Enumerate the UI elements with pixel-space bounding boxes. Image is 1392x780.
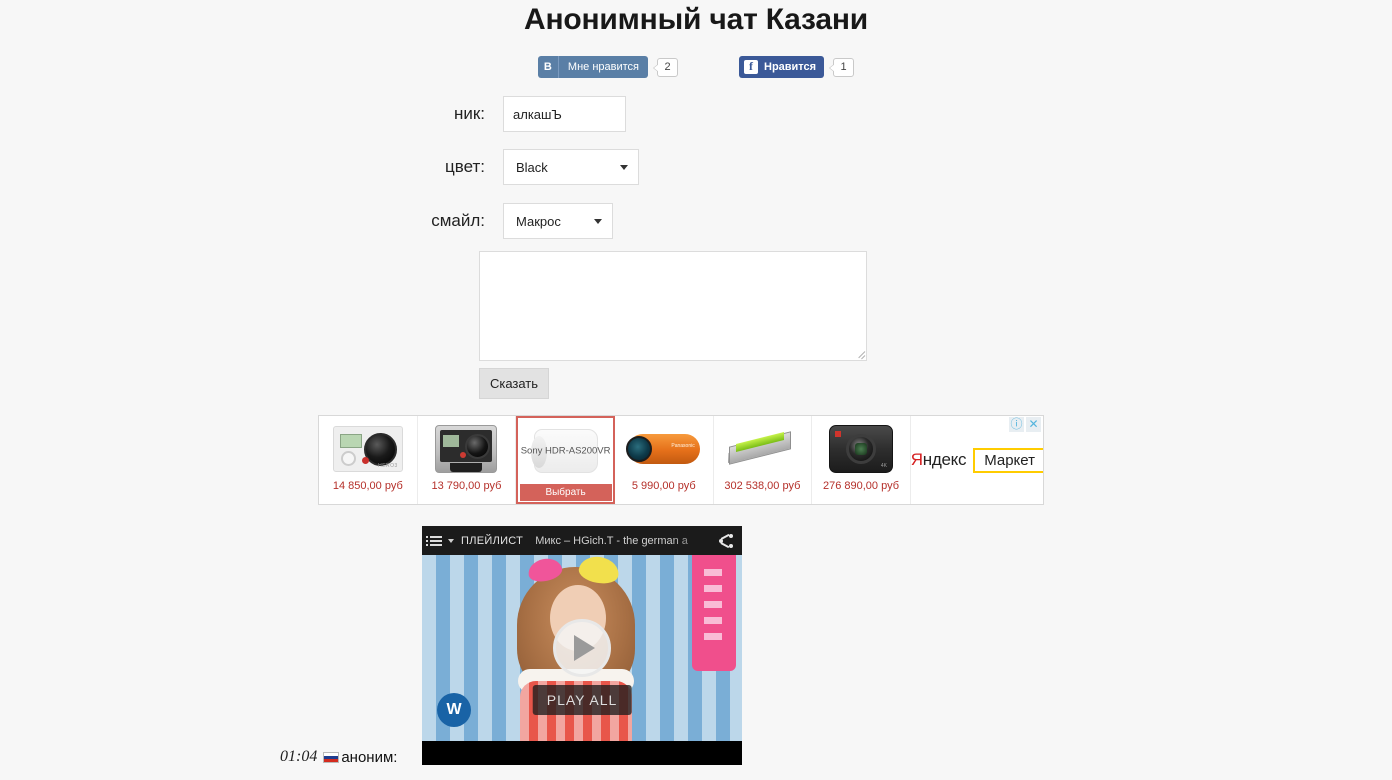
ad-product-price: 13 790,00 руб <box>431 480 502 492</box>
chevron-down-icon[interactable] <box>448 538 454 543</box>
market-wordmark: Маркет <box>973 447 1043 473</box>
ad-product-cell[interactable]: Panasonic 5 990,00 руб <box>615 416 714 504</box>
chat-nickname: аноним: <box>341 748 398 766</box>
warner-music-logo: W <box>437 693 471 727</box>
smile-select-value: Макрос <box>516 213 561 229</box>
yandex-wordmark: Яндекс <box>910 450 967 470</box>
yandex-ya-letter: Я <box>910 450 923 469</box>
player-header: ПЛЕЙЛИСТ Микс – HGich.T - the german a <box>422 526 742 555</box>
page-root: Анонимный чат Казани В Мне нравится 2 f … <box>0 0 1392 780</box>
yandex-ndex-letters: ндекс <box>922 450 967 469</box>
nick-label: ник: <box>453 104 485 123</box>
sony-action-camera-icon: Sony HDR-AS200VR <box>521 424 610 478</box>
vk-icon: В <box>538 56 559 78</box>
chevron-down-icon <box>594 219 602 224</box>
ad-close-icon[interactable]: ✕ <box>1026 417 1041 432</box>
gopro-hero3-camera-icon: HERO3 <box>332 422 404 476</box>
player-footer <box>422 741 742 765</box>
chevron-down-icon <box>620 165 628 170</box>
smile-row: смайл: Макрос <box>375 203 613 239</box>
ad-product-cell[interactable]: 13 790,00 руб <box>418 416 517 504</box>
ad-controls: ⓘ ✕ <box>1009 417 1041 432</box>
vk-like-label: Мне нравится <box>567 61 639 73</box>
vk-like-button[interactable]: В Мне нравится <box>537 56 648 78</box>
ad-product-cell[interactable]: HERO3 14 850,00 руб <box>319 416 418 504</box>
color-select[interactable]: Black <box>503 149 639 185</box>
ad-product-price: 276 890,00 руб <box>822 480 899 492</box>
play-all-button[interactable]: PLAY ALL <box>532 685 632 715</box>
facebook-like-count[interactable]: 1 <box>829 57 855 77</box>
graphics-card-icon <box>726 422 798 476</box>
youtube-player[interactable]: ПЛЕЙЛИСТ Микс – HGich.T - the german a W… <box>422 526 742 765</box>
social-buttons-row: В Мне нравится 2 f Нравится 1 <box>0 56 1392 78</box>
color-label: цвет: <box>445 157 485 176</box>
nick-input[interactable] <box>503 96 626 132</box>
sony-product-label: Sony HDR-AS200VR <box>520 445 611 457</box>
share-icon[interactable] <box>718 533 734 548</box>
smile-select[interactable]: Макрос <box>503 203 613 239</box>
facebook-like-label: Нравится <box>764 61 817 73</box>
vk-like-unit: В Мне нравится 2 <box>537 56 678 78</box>
facebook-icon: f <box>744 60 758 74</box>
video-thumbnail[interactable]: W PLAY ALL <box>422 555 742 741</box>
ad-product-cell[interactable]: 4K 276 890,00 руб <box>812 416 911 504</box>
ad-product-price: 302 538,00 руб <box>724 480 801 492</box>
color-select-value: Black <box>516 159 548 175</box>
gopro-hero4-camera-icon <box>430 422 502 476</box>
panasonic-orange-camera-icon: Panasonic <box>625 422 700 476</box>
nick-row: ник: <box>375 96 626 132</box>
playlist-icon <box>426 535 442 546</box>
page-title: Анонимный чат Казани <box>523 3 868 36</box>
message-textarea[interactable] <box>479 251 867 361</box>
yandex-market-ad-banner[interactable]: ⓘ ✕ HERO3 14 850,00 руб 13 790,00 руб So… <box>318 415 1044 505</box>
russia-flag-icon <box>323 751 340 763</box>
playlist-label: ПЛЕЙЛИСТ <box>461 534 524 547</box>
ad-product-cell[interactable]: 302 538,00 руб <box>714 416 813 504</box>
ad-product-price: 5 990,00 руб <box>631 480 696 492</box>
smile-label: смайл: <box>431 211 485 230</box>
thumbnail-decor-panel <box>692 555 736 671</box>
ad-product-price: 14 850,00 руб <box>332 480 403 492</box>
ad-pick-button[interactable]: Выбрать <box>519 484 612 501</box>
vk-like-count[interactable]: 2 <box>653 57 678 77</box>
chat-message-row: 01:04 аноним: <box>280 748 397 766</box>
chat-timestamp: 01:04 <box>280 748 318 765</box>
say-button[interactable]: Сказать <box>479 368 549 399</box>
blackmagic-cinema-camera-icon: 4K <box>825 422 897 476</box>
video-title: Микс – HGich.T - the german a <box>535 534 688 547</box>
facebook-like-button[interactable]: f Нравится <box>739 56 825 78</box>
play-button[interactable] <box>553 619 611 677</box>
ad-info-icon[interactable]: ⓘ <box>1009 417 1024 432</box>
ad-product-cell-selected[interactable]: Sony HDR-AS200VR Выбрать <box>516 416 615 504</box>
facebook-like-unit: f Нравится 1 <box>739 56 855 78</box>
color-row: цвет: Black <box>375 149 639 185</box>
